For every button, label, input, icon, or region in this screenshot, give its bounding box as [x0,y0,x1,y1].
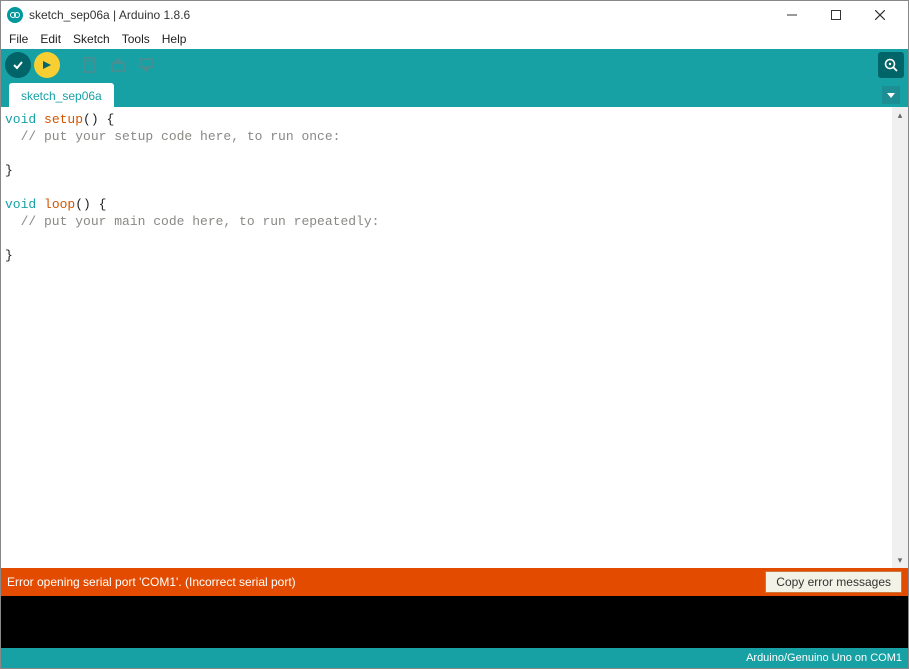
board-port-status: Arduino/Genuino Uno on COM1 [746,652,902,664]
serial-monitor-button[interactable] [878,52,904,78]
editor-area: void setup() { // put your setup code he… [1,107,908,568]
copy-error-button[interactable]: Copy error messages [765,571,902,593]
tab-bar: sketch_sep06a [1,81,908,107]
menu-file[interactable]: File [3,30,34,48]
code-editor[interactable]: void setup() { // put your setup code he… [1,107,892,568]
status-bar: Arduino/Genuino Uno on COM1 [1,648,908,668]
save-sketch-button[interactable] [133,52,159,78]
editor-scrollbar[interactable]: ▴ ▾ [892,107,908,568]
window-title: sketch_sep06a | Arduino 1.8.6 [29,8,190,22]
arduino-logo-icon [7,7,23,23]
menu-sketch[interactable]: Sketch [67,30,116,48]
sketch-tab[interactable]: sketch_sep06a [9,83,114,107]
minimize-button[interactable] [770,1,814,29]
maximize-button[interactable] [814,1,858,29]
title-bar: sketch_sep06a | Arduino 1.8.6 [1,1,908,29]
new-sketch-button[interactable] [77,52,103,78]
close-button[interactable] [858,1,902,29]
upload-button[interactable] [34,52,60,78]
menu-tools[interactable]: Tools [116,30,156,48]
open-sketch-button[interactable] [105,52,131,78]
menu-bar: File Edit Sketch Tools Help [1,29,908,49]
console-output[interactable] [1,596,908,648]
error-bar: Error opening serial port 'COM1'. (Incor… [1,568,908,596]
tab-menu-button[interactable] [882,86,900,104]
verify-button[interactable] [5,52,31,78]
menu-edit[interactable]: Edit [34,30,67,48]
scroll-track[interactable] [892,123,908,552]
scroll-up-icon[interactable]: ▴ [892,107,908,123]
toolbar [1,49,908,81]
menu-help[interactable]: Help [156,30,193,48]
scroll-down-icon[interactable]: ▾ [892,552,908,568]
error-message: Error opening serial port 'COM1'. (Incor… [7,575,296,589]
